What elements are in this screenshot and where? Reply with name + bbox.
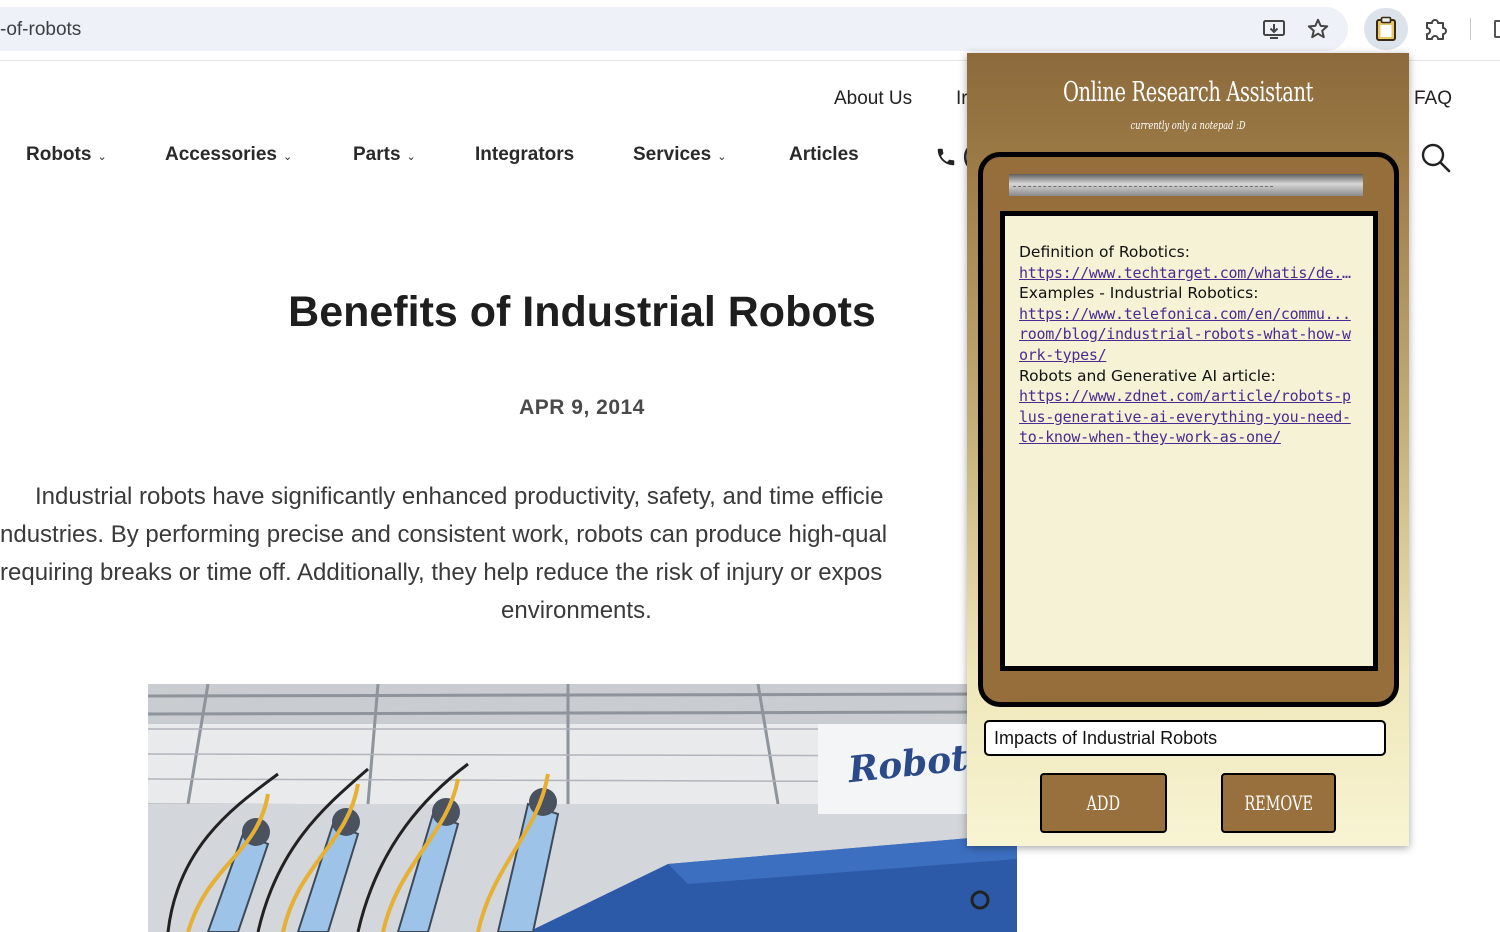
chevron-down-icon: ⌄: [717, 150, 727, 163]
remove-button[interactable]: REMOVE: [1221, 773, 1336, 833]
article-paragraph-line: ndustries. By performing precise and con…: [0, 521, 888, 548]
note-text: Robots and Generative AI article:: [1019, 366, 1276, 385]
top-nav-link-partial[interactable]: Ir: [956, 88, 968, 110]
article-paragraph-line: requiring breaks or time off. Additional…: [0, 559, 883, 586]
notepad-paper[interactable]: Definition of Robotics: https://www.tech…: [1000, 211, 1378, 671]
faq-link[interactable]: FAQ: [1414, 88, 1452, 110]
note-link[interactable]: https://www.telefonica.com/en/commu... r…: [1019, 304, 1359, 366]
note-text: Examples - Industrial Robotics:: [1019, 284, 1259, 303]
toolbar-separator: [1470, 18, 1471, 40]
add-button-label: ADD: [1086, 791, 1121, 815]
chevron-down-icon: ⌄: [282, 150, 293, 163]
nav-parts[interactable]: Parts ⌄: [353, 144, 416, 166]
address-bar[interactable]: [0, 7, 1348, 51]
research-assistant-popup: Online Research Assistant currently only…: [967, 53, 1409, 846]
note-input[interactable]: [984, 720, 1386, 756]
article-paragraph-line: Industrial robots have significantly enh…: [35, 483, 884, 510]
phone-link[interactable]: (: [935, 146, 969, 168]
notepad-clip-bar: [1009, 174, 1363, 196]
article-paragraph-line: environments.: [501, 597, 652, 624]
address-bar-url[interactable]: -of-robots: [0, 19, 81, 41]
clipboard-extension-icon[interactable]: [1373, 16, 1399, 42]
nav-parts-label: Parts: [353, 144, 401, 165]
about-us-link[interactable]: About Us: [834, 88, 912, 110]
nav-integrators[interactable]: Integrators: [475, 144, 574, 166]
chevron-down-icon: ⌄: [406, 150, 416, 163]
bookmark-star-icon[interactable]: [1305, 16, 1331, 42]
nav-robots-label: Robots: [26, 144, 92, 165]
article-image: RobotWorx: [148, 684, 1017, 932]
popup-subtitle: currently only a notepad :D: [1130, 119, 1246, 132]
notes-content[interactable]: Definition of Robotics: https://www.tech…: [1019, 242, 1359, 448]
note-text: Definition of Robotics:: [1019, 243, 1190, 261]
remove-button-label: REMOVE: [1244, 791, 1313, 815]
puzzle-extensions-icon[interactable]: [1423, 16, 1449, 42]
nav-services[interactable]: Services ⌄: [633, 144, 726, 166]
side-panel-icon[interactable]: [1494, 20, 1500, 38]
browser-toolbar: -of-robots: [0, 0, 1500, 60]
nav-articles[interactable]: Articles: [789, 144, 859, 166]
nav-accessories-label: Accessories: [165, 144, 277, 165]
nav-accessories[interactable]: Accessories ⌄: [165, 144, 292, 166]
phone-icon: [937, 148, 955, 166]
nav-integrators-label: Integrators: [475, 144, 575, 165]
popup-title: Online Research Assistant: [1062, 77, 1314, 108]
install-app-icon[interactable]: [1261, 16, 1287, 42]
notepad-board: Definition of Robotics: https://www.tech…: [978, 152, 1399, 707]
nav-articles-label: Articles: [789, 144, 859, 165]
chevron-down-icon: ⌄: [97, 150, 107, 163]
nav-services-label: Services: [633, 144, 712, 165]
add-button[interactable]: ADD: [1040, 773, 1167, 833]
note-link[interactable]: https://www.techtarget.com/whatis/de...: [1019, 263, 1359, 284]
note-link[interactable]: https://www.zdnet.com/article/robots-plu…: [1019, 386, 1359, 448]
search-icon[interactable]: [1420, 142, 1452, 174]
nav-robots[interactable]: Robots ⌄: [26, 144, 107, 166]
